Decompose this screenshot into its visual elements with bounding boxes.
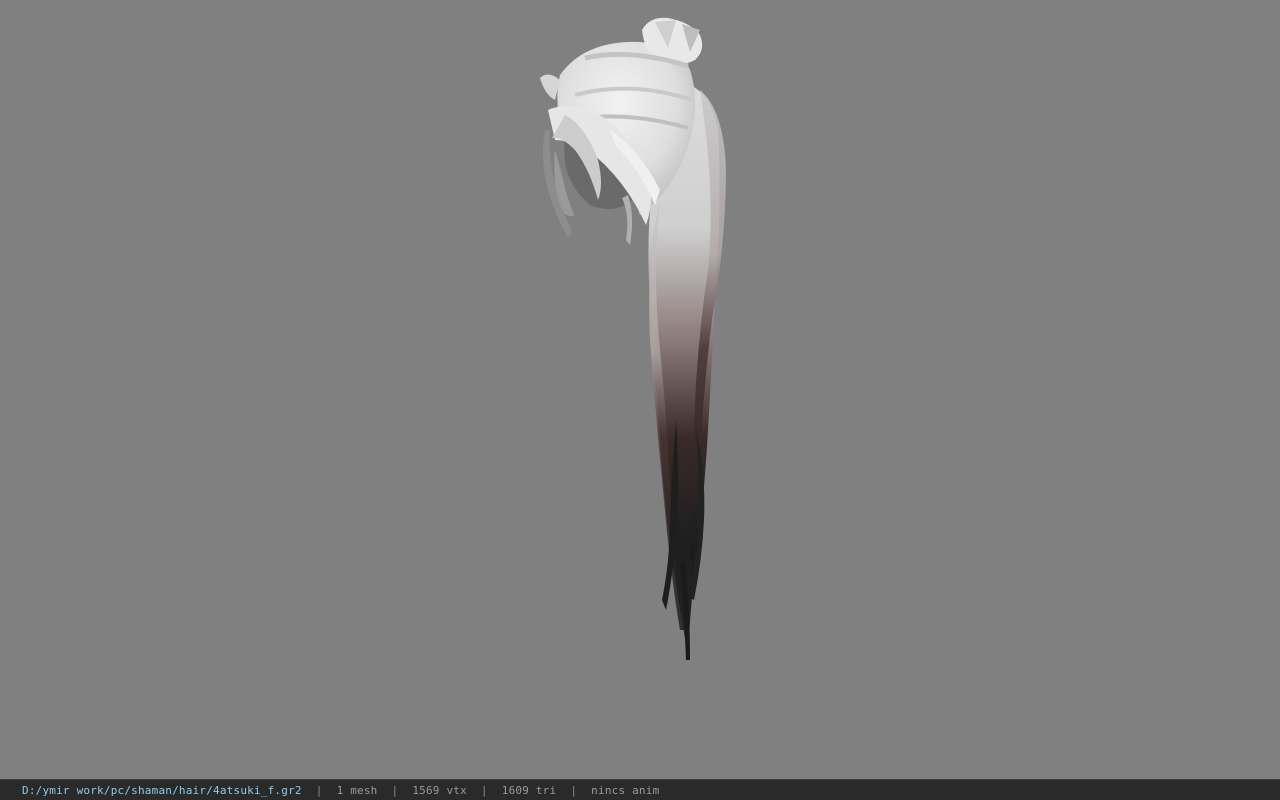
status-separator: | <box>315 783 323 797</box>
3d-viewport[interactable] <box>0 0 1280 779</box>
status-separator: | <box>391 783 399 797</box>
mesh-count-label: 1 mesh <box>336 783 378 797</box>
status-separator: | <box>480 783 488 797</box>
anim-status-label: nincs anim <box>591 783 660 797</box>
file-path-label: D:/ymir work/pc/shaman/hair/4atsuki_f.gr… <box>22 783 302 797</box>
triangle-count-label: 1609 tri <box>501 783 557 797</box>
vertex-count-label: 1569 vtx <box>412 783 467 797</box>
status-separator: | <box>570 783 578 797</box>
status-bar: D:/ymir work/pc/shaman/hair/4atsuki_f.gr… <box>0 779 1280 800</box>
hair-model-render <box>540 17 726 660</box>
